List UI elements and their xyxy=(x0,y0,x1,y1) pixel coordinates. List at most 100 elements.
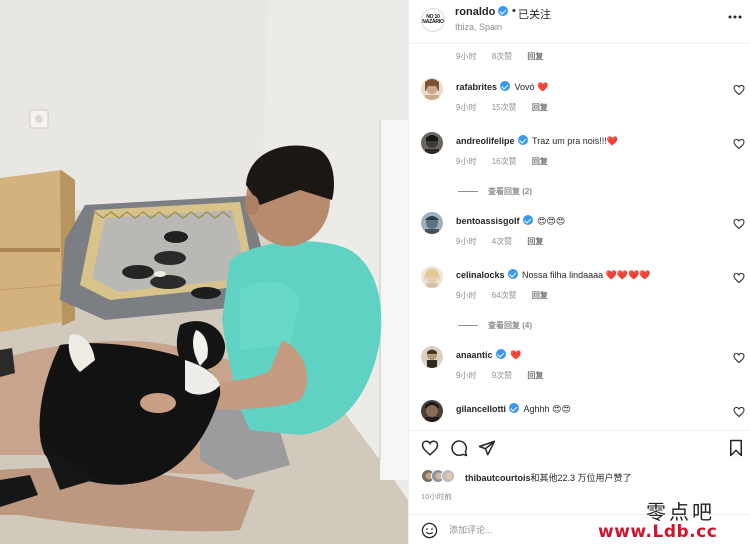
reply-button[interactable]: 回复 xyxy=(532,291,548,300)
commenter-avatar[interactable] xyxy=(421,212,443,234)
comment-item: celinalocks Nossa filha lindaaaa ❤️❤️❤️❤… xyxy=(409,266,750,306)
comment-likes[interactable]: 64次赞 xyxy=(492,291,517,300)
watermark-url: www.Ldb.cc xyxy=(598,522,718,542)
comment-text: andreolifelipe Traz um pra nois!!!❤️ xyxy=(456,135,618,147)
comment-time: 9小时 xyxy=(456,237,477,246)
verified-icon xyxy=(495,349,506,359)
reply-button[interactable]: 回复 xyxy=(532,157,548,166)
watermark-chinese: 零点吧 xyxy=(646,500,715,524)
comment-time: 9小时 xyxy=(456,291,477,300)
reply-button[interactable]: 回复 xyxy=(527,371,543,380)
verified-icon xyxy=(507,269,518,279)
comment-item: rafabrites Vovó ❤️ 9小时 15次赞 回复 xyxy=(409,78,750,118)
view-replies-label[interactable]: 查看回复 (4) xyxy=(488,321,532,330)
heart-icon[interactable] xyxy=(733,272,745,284)
comment-text: rafabrites Vovó ❤️ xyxy=(456,81,548,93)
comment-meta: 9小时 15次赞 回复 xyxy=(456,102,561,113)
comment-likes[interactable]: 4次赞 xyxy=(492,237,512,246)
commenter-username[interactable]: bentoassisgolf xyxy=(456,216,520,226)
comment-likes[interactable]: 16次赞 xyxy=(492,157,517,166)
reply-button[interactable]: 回复 xyxy=(527,237,543,246)
author-username-text[interactable]: ronaldo xyxy=(455,6,495,18)
partial-comment-meta: 9小时 8次赞 回复 xyxy=(456,51,556,62)
post-photo xyxy=(0,0,408,544)
commenter-avatar[interactable] xyxy=(421,78,443,100)
smiley-icon[interactable] xyxy=(421,522,438,539)
verified-icon xyxy=(522,215,533,225)
follow-status-button[interactable]: 已关注 xyxy=(518,6,551,22)
heart-icon[interactable] xyxy=(733,138,745,150)
comment-text: anaantic ❤️ xyxy=(456,349,521,361)
post-location[interactable]: Ibiza, Spain xyxy=(455,22,502,32)
post-time: 10小时前 xyxy=(421,492,452,501)
commenter-username[interactable]: andreolifelipe xyxy=(456,136,515,146)
commenter-username[interactable]: celinalocks xyxy=(456,270,505,280)
post-header: NO 10 NAZÁRIO ronaldo • 已关注 Ibiza, Spain xyxy=(409,0,750,44)
liker-username[interactable]: thibautcourtois xyxy=(465,473,531,483)
commenter-avatar[interactable] xyxy=(421,400,443,422)
commenter-username[interactable]: anaantic xyxy=(456,350,493,360)
comment-body: ❤️ xyxy=(510,350,522,360)
author-avatar-logo: NO 10 NAZÁRIO xyxy=(422,14,444,25)
view-replies-label[interactable]: 查看回复 (2) xyxy=(488,187,532,196)
separator-dot: • xyxy=(512,5,516,17)
commenter-avatar[interactable] xyxy=(421,132,443,154)
reply-button[interactable]: 回复 xyxy=(527,52,543,61)
heart-icon[interactable] xyxy=(733,218,745,230)
commenter-username[interactable]: gilancellotti xyxy=(456,404,506,414)
comment-bubble-icon[interactable] xyxy=(450,439,468,457)
replies-line xyxy=(458,191,478,193)
verified-icon xyxy=(517,135,528,145)
comment-body: Vovó ❤️ xyxy=(514,82,549,92)
comment-meta: 9小时 64次赞 回复 xyxy=(456,290,561,301)
heart-icon[interactable] xyxy=(733,406,745,418)
commenter-avatar[interactable] xyxy=(421,346,443,368)
comment-likes[interactable]: 9次赞 xyxy=(492,371,512,380)
comment-body: Aghhh 😍😍 xyxy=(523,404,571,414)
liker-avatar[interactable] xyxy=(441,469,455,483)
replies-line xyxy=(458,325,478,327)
verified-icon xyxy=(498,6,509,16)
comment-item: andreolifelipe Traz um pra nois!!!❤️ 9小时… xyxy=(409,132,750,172)
commenter-avatar[interactable] xyxy=(421,266,443,288)
site-watermark: 零点吧 www.Ldb.cc xyxy=(598,496,748,544)
view-replies-button[interactable]: 查看回复 (4) xyxy=(458,320,532,331)
heart-icon[interactable] xyxy=(421,439,439,457)
verified-icon xyxy=(500,81,511,91)
comment-meta: 9小时 9次赞 回复 xyxy=(456,370,556,381)
comment-likes[interactable]: 15次赞 xyxy=(492,103,517,112)
likes-text: thibautcourtois和其他22.3 万位用户赞了 xyxy=(465,471,632,484)
view-replies-button[interactable]: 查看回复 (2) xyxy=(458,186,532,197)
commenter-username[interactable]: rafabrites xyxy=(456,82,497,92)
heart-icon[interactable] xyxy=(733,84,745,96)
heart-icon[interactable] xyxy=(733,352,745,364)
post-image xyxy=(0,0,408,544)
more-dots-icon[interactable] xyxy=(727,9,743,25)
comment-likes[interactable]: 8次赞 xyxy=(492,52,512,61)
comments-panel: NO 10 NAZÁRIO ronaldo • 已关注 Ibiza, Spain… xyxy=(408,0,750,544)
author-avatar[interactable]: NO 10 NAZÁRIO xyxy=(421,8,445,32)
comment-time: 9小时 xyxy=(456,103,477,112)
comment-body: 😍😍😍 xyxy=(537,216,566,226)
comment-text: celinalocks Nossa filha lindaaaa ❤️❤️❤️❤… xyxy=(456,269,650,281)
comment-time: 9小时 xyxy=(456,371,477,380)
reply-button[interactable]: 回复 xyxy=(532,103,548,112)
comment-item: anaantic ❤️ 9小时 9次赞 回复 xyxy=(409,346,750,386)
comment-meta: 9小时 4次赞 回复 xyxy=(456,236,556,247)
comment-body: Traz um pra nois!!!❤️ xyxy=(532,136,618,146)
comment-time: 9小时 xyxy=(456,157,477,166)
comment-body: Nossa filha lindaaaa ❤️❤️❤️❤️ xyxy=(522,270,651,280)
verified-icon xyxy=(509,403,520,413)
comment-text: gilancellotti Aghhh 😍😍 xyxy=(456,403,571,415)
bookmark-icon[interactable] xyxy=(727,439,745,457)
likes-count-text[interactable]: 和其他22.3 万位用户赞了 xyxy=(531,473,632,483)
comment-item: bentoassisgolf 😍😍😍 9小时 4次赞 回复 xyxy=(409,212,750,252)
comment-meta: 9小时 16次赞 回复 xyxy=(456,156,561,167)
comment-item: gilancellotti Aghhh 😍😍 xyxy=(409,400,750,428)
author-username[interactable]: ronaldo xyxy=(455,6,509,18)
comment-time: 9小时 xyxy=(456,52,477,61)
comment-text: bentoassisgolf 😍😍😍 xyxy=(456,215,565,227)
likes-summary: thibautcourtois和其他22.3 万位用户赞了 xyxy=(421,469,741,485)
post-actions xyxy=(409,430,750,466)
paper-plane-icon[interactable] xyxy=(478,439,496,457)
